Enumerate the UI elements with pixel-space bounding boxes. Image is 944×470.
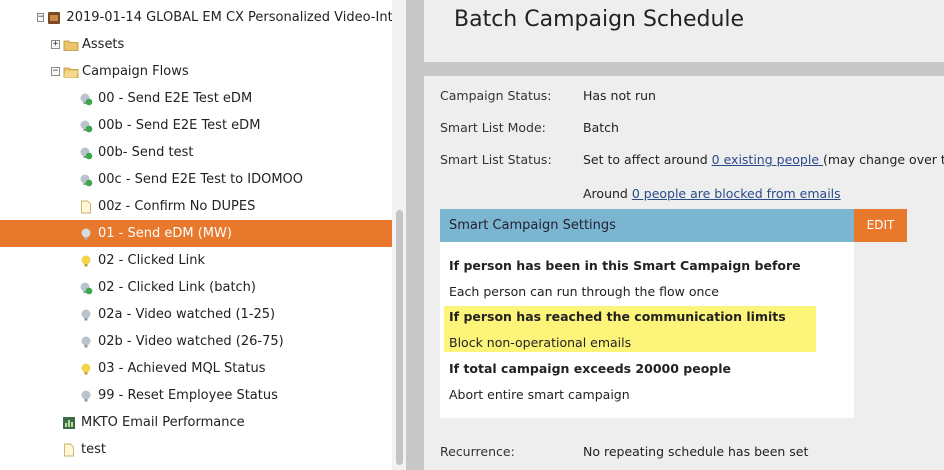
tree-campaign-selected[interactable]: 01 - Send eDM (MW) xyxy=(0,220,392,247)
rule-qualification-value: Each person can run through the flow onc… xyxy=(449,284,719,299)
page-header: Batch Campaign Schedule xyxy=(424,0,944,62)
tree-folder-assets[interactable]: + Assets xyxy=(0,31,392,58)
tree-campaign-label: 02 - Clicked Link (batch) xyxy=(98,280,256,295)
campaign-inactive-icon xyxy=(79,308,93,322)
tree-campaign-label: 02a - Video watched (1-25) xyxy=(98,307,276,322)
recurrence-value: No repeating schedule has been set xyxy=(583,444,809,459)
tree-campaign-label: 02b - Video watched (26-75) xyxy=(98,334,284,349)
campaign-inactive-icon xyxy=(79,335,93,349)
tree-folder-label: Assets xyxy=(82,37,125,52)
collapse-toggle[interactable]: − xyxy=(51,67,60,76)
tree-campaign-label: 00b - Send E2E Test eDM xyxy=(98,118,261,133)
tree-scrollbar-thumb[interactable] xyxy=(396,210,403,465)
smart-campaign-settings-body: If person has been in this Smart Campaig… xyxy=(440,242,854,418)
campaign-status-label: Campaign Status: xyxy=(440,88,552,103)
status-suffix: (may change over time) xyxy=(822,152,944,167)
rule-campaign-limit-value: Abort entire smart campaign xyxy=(449,387,630,402)
smart-list-mode-value: Batch xyxy=(583,120,619,135)
existing-people-link[interactable]: 0 existing people xyxy=(712,152,823,167)
blocked-prefix: Around xyxy=(583,186,632,201)
tree-campaign[interactable]: 00 - Send E2E Test eDM xyxy=(0,85,392,112)
tree-file-label: test xyxy=(81,442,106,457)
tree-campaign[interactable]: 03 - Achieved MQL Status xyxy=(0,355,392,382)
tree-campaign[interactable]: 02 - Clicked Link xyxy=(0,247,392,274)
tree-campaign-label: 01 - Send eDM (MW) xyxy=(98,226,232,241)
tree-report[interactable]: MKTO Email Performance xyxy=(0,409,392,436)
tree-campaign[interactable]: 00c - Send E2E Test to IDOMOO xyxy=(0,166,392,193)
tree-campaign-label: 00b- Send test xyxy=(98,145,194,160)
tree-campaign-label: 00 - Send E2E Test eDM xyxy=(98,91,253,106)
campaign-trigger-icon xyxy=(79,362,93,376)
smart-list-status-value: Set to affect around 0 existing people (… xyxy=(583,152,944,167)
expand-toggle[interactable]: + xyxy=(51,40,60,49)
tree-report-label: MKTO Email Performance xyxy=(81,415,245,430)
smart-list-mode-label: Smart List Mode: xyxy=(440,120,546,135)
tree-program[interactable]: − 2019-01-14 GLOBAL EM CX Personalized V… xyxy=(0,4,392,31)
splitter[interactable] xyxy=(406,0,424,470)
blocked-people-line: Around 0 people are blocked from emails xyxy=(583,186,841,201)
tree-folder-label: Campaign Flows xyxy=(82,64,189,79)
campaign-active-icon xyxy=(79,92,93,106)
tree-campaign[interactable]: 02a - Video watched (1-25) xyxy=(0,301,392,328)
report-icon xyxy=(62,416,76,430)
collapse-toggle[interactable]: − xyxy=(37,13,45,22)
campaign-trigger-icon xyxy=(79,254,93,268)
document-icon xyxy=(79,200,93,214)
campaign-inactive-icon xyxy=(79,389,93,403)
tree-campaign-label: 02 - Clicked Link xyxy=(98,253,206,268)
tree-program-label: 2019-01-14 GLOBAL EM CX Personalized Vid… xyxy=(66,10,392,25)
rule-qualification-title: If person has been in this Smart Campaig… xyxy=(449,258,801,273)
page-title: Batch Campaign Schedule xyxy=(454,7,745,32)
status-prefix: Set to affect around xyxy=(583,152,712,167)
smart-campaign-settings-header: Smart Campaign Settings xyxy=(440,209,854,242)
tree-campaign[interactable]: 99 - Reset Employee Status xyxy=(0,382,392,409)
rule-campaign-limit-title: If total campaign exceeds 20000 people xyxy=(449,361,731,376)
tree-campaign-label: 99 - Reset Employee Status xyxy=(98,388,278,403)
edit-settings-button[interactable]: EDIT xyxy=(854,209,907,242)
tree-campaign-label: 03 - Achieved MQL Status xyxy=(98,361,266,376)
program-tree: − 2019-01-14 GLOBAL EM CX Personalized V… xyxy=(0,0,392,470)
tree-campaign[interactable]: 00b- Send test xyxy=(0,139,392,166)
campaign-active-icon xyxy=(79,119,93,133)
folder-icon xyxy=(63,38,79,52)
campaign-active-icon xyxy=(79,173,93,187)
section-divider xyxy=(424,62,944,76)
tree-folder-campaign-flows[interactable]: − Campaign Flows xyxy=(0,58,392,85)
campaign-active-icon xyxy=(79,281,93,295)
tree-campaign[interactable]: 02 - Clicked Link (batch) xyxy=(0,274,392,301)
blocked-people-link[interactable]: 0 people are blocked from emails xyxy=(632,186,841,201)
tree-file[interactable]: test xyxy=(0,436,392,463)
recurrence-label: Recurrence: xyxy=(440,444,515,459)
document-icon xyxy=(62,443,76,457)
rule-communication-limits-value: Block non-operational emails xyxy=(449,335,632,350)
program-icon xyxy=(47,11,61,25)
schedule-panel: Campaign Status: Has not run Smart List … xyxy=(424,76,944,470)
tree-campaign-label: 00z - Confirm No DUPES xyxy=(98,199,256,214)
campaign-inactive-icon xyxy=(79,227,93,241)
tree-campaign-label: 00c - Send E2E Test to IDOMOO xyxy=(98,172,304,187)
folder-open-icon xyxy=(63,65,79,79)
campaign-active-icon xyxy=(79,146,93,160)
tree-campaign[interactable]: 00z - Confirm No DUPES xyxy=(0,193,392,220)
tree-campaign[interactable]: 02b - Video watched (26-75) xyxy=(0,328,392,355)
smart-list-status-label: Smart List Status: xyxy=(440,152,552,167)
tree-campaign[interactable]: 00b - Send E2E Test eDM xyxy=(0,112,392,139)
campaign-status-value: Has not run xyxy=(583,88,656,103)
rule-communication-limits-title: If person has reached the communication … xyxy=(449,309,786,324)
